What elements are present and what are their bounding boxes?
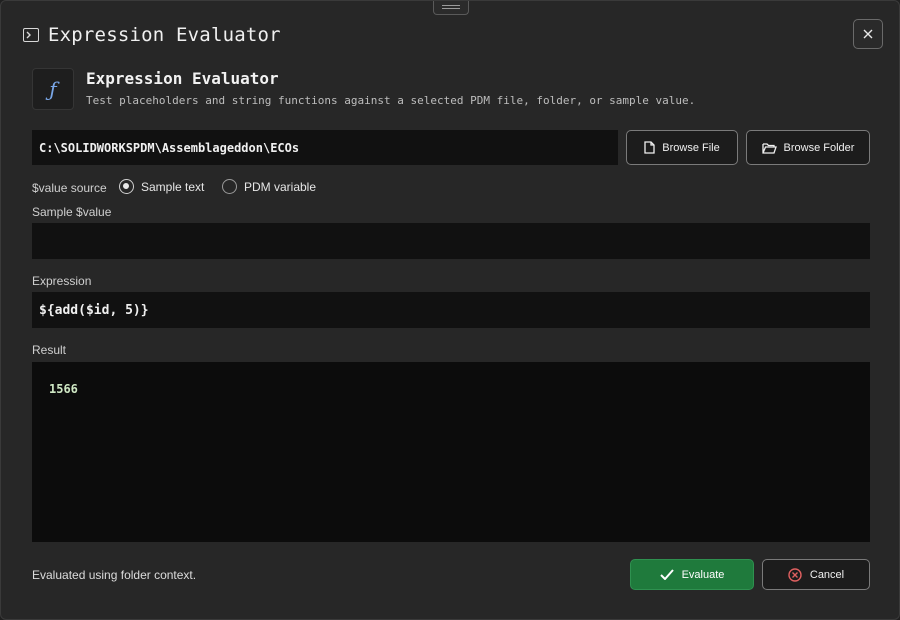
path-input[interactable] (32, 130, 618, 165)
title-bar: Expression Evaluator (23, 23, 281, 47)
close-button[interactable] (853, 19, 883, 49)
radio-sample-text-label: Sample text (141, 179, 205, 194)
expression-input[interactable] (32, 292, 870, 328)
radio-pdm-variable[interactable]: PDM variable (222, 179, 316, 194)
sample-value-input[interactable] (32, 223, 870, 259)
checkmark-icon (659, 569, 674, 580)
radio-pdm-variable-indicator[interactable] (222, 179, 237, 194)
close-icon (863, 29, 873, 39)
radio-sample-text-indicator[interactable] (119, 179, 134, 194)
radio-pdm-variable-label: PDM variable (244, 179, 317, 194)
sample-value-label: Sample $value (32, 205, 112, 219)
cancel-label: Cancel (809, 568, 845, 581)
terminal-icon (23, 28, 39, 42)
header-title: Expression Evaluator (86, 69, 279, 88)
result-value: 1566 (49, 382, 78, 396)
file-icon (644, 141, 655, 154)
status-text: Evaluated using folder context. (32, 568, 197, 582)
evaluate-button[interactable]: Evaluate (630, 559, 754, 590)
browse-file-label: Browse File (662, 141, 720, 154)
folder-open-icon (761, 142, 777, 154)
evaluate-label: Evaluate (681, 568, 725, 581)
expression-evaluator-window: Expression Evaluator ƒ Expression Evalua… (0, 0, 900, 620)
radio-sample-text[interactable]: Sample text (119, 179, 204, 194)
browse-folder-button[interactable]: Browse Folder (746, 130, 870, 165)
browse-file-button[interactable]: Browse File (626, 130, 738, 165)
function-icon: ƒ (32, 68, 74, 110)
expression-label: Expression (32, 274, 92, 288)
drag-grip-handle[interactable] (433, 1, 469, 15)
window-title: Expression Evaluator (48, 24, 281, 46)
browse-folder-label: Browse Folder (783, 141, 855, 154)
cancel-circle-icon (788, 567, 802, 582)
cancel-button[interactable]: Cancel (762, 559, 870, 590)
result-output[interactable]: 1566 (32, 362, 870, 542)
result-label: Result (32, 343, 67, 357)
value-source-label: $value source (32, 181, 107, 195)
header-subtitle: Test placeholders and string functions a… (86, 94, 696, 107)
